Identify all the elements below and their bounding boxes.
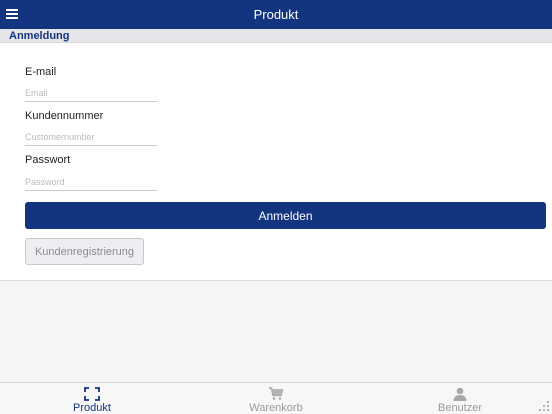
- tab-label: Benutzer: [437, 402, 483, 414]
- tab-warenkorb[interactable]: Warenkorb: [184, 383, 368, 414]
- password-field[interactable]: [25, 173, 157, 191]
- customer-number-field[interactable]: [25, 128, 157, 146]
- cart-icon: [269, 387, 284, 400]
- email-label: E-mail: [25, 66, 57, 78]
- resize-grip-icon[interactable]: [538, 400, 550, 412]
- tab-benutzer[interactable]: Benutzer: [368, 383, 552, 414]
- login-form: E-mail Kundennummer Passwort Anmelden Ku…: [0, 43, 552, 281]
- scan-icon: [84, 387, 100, 401]
- tab-produkt[interactable]: Produkt: [0, 383, 184, 414]
- section-title: Anmeldung: [9, 30, 70, 42]
- tab-label: Warenkorb: [249, 402, 303, 414]
- login-button[interactable]: Anmelden: [25, 202, 546, 229]
- user-icon: [453, 387, 467, 401]
- tab-label: Produkt: [73, 402, 111, 414]
- app-header: Produkt: [0, 0, 552, 29]
- customer-number-label: Kundennummer: [25, 110, 104, 122]
- tab-bar: Produkt Warenkorb Benutzer: [0, 382, 552, 414]
- section-header: Anmeldung: [0, 29, 552, 43]
- page-title: Produkt: [253, 7, 299, 22]
- email-field[interactable]: [25, 84, 157, 102]
- register-button[interactable]: Kundenregistrierung: [25, 238, 144, 265]
- password-label: Passwort: [25, 154, 71, 166]
